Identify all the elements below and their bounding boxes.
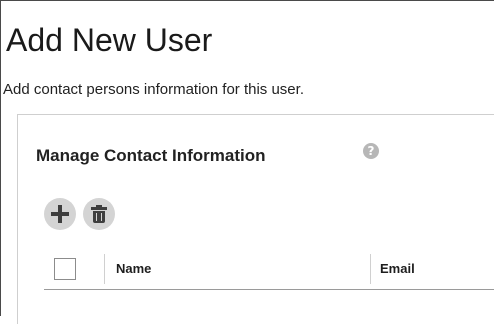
help-icon[interactable]: ? (363, 143, 379, 159)
page-title: Add New User (6, 22, 213, 58)
column-header-email[interactable]: Email (380, 261, 415, 277)
column-divider (104, 254, 105, 284)
delete-contact-button[interactable] (83, 198, 115, 230)
select-all-checkbox[interactable] (54, 258, 76, 280)
panel-title: Manage Contact Information (36, 146, 266, 165)
column-header-name[interactable]: Name (116, 261, 151, 277)
header-divider (44, 289, 494, 290)
contacts-table-header: Name Email (44, 250, 494, 290)
trash-icon (91, 205, 107, 223)
page-subtitle: Add contact persons information for this… (3, 81, 304, 98)
column-divider (370, 254, 371, 284)
add-contact-button[interactable] (44, 198, 76, 230)
